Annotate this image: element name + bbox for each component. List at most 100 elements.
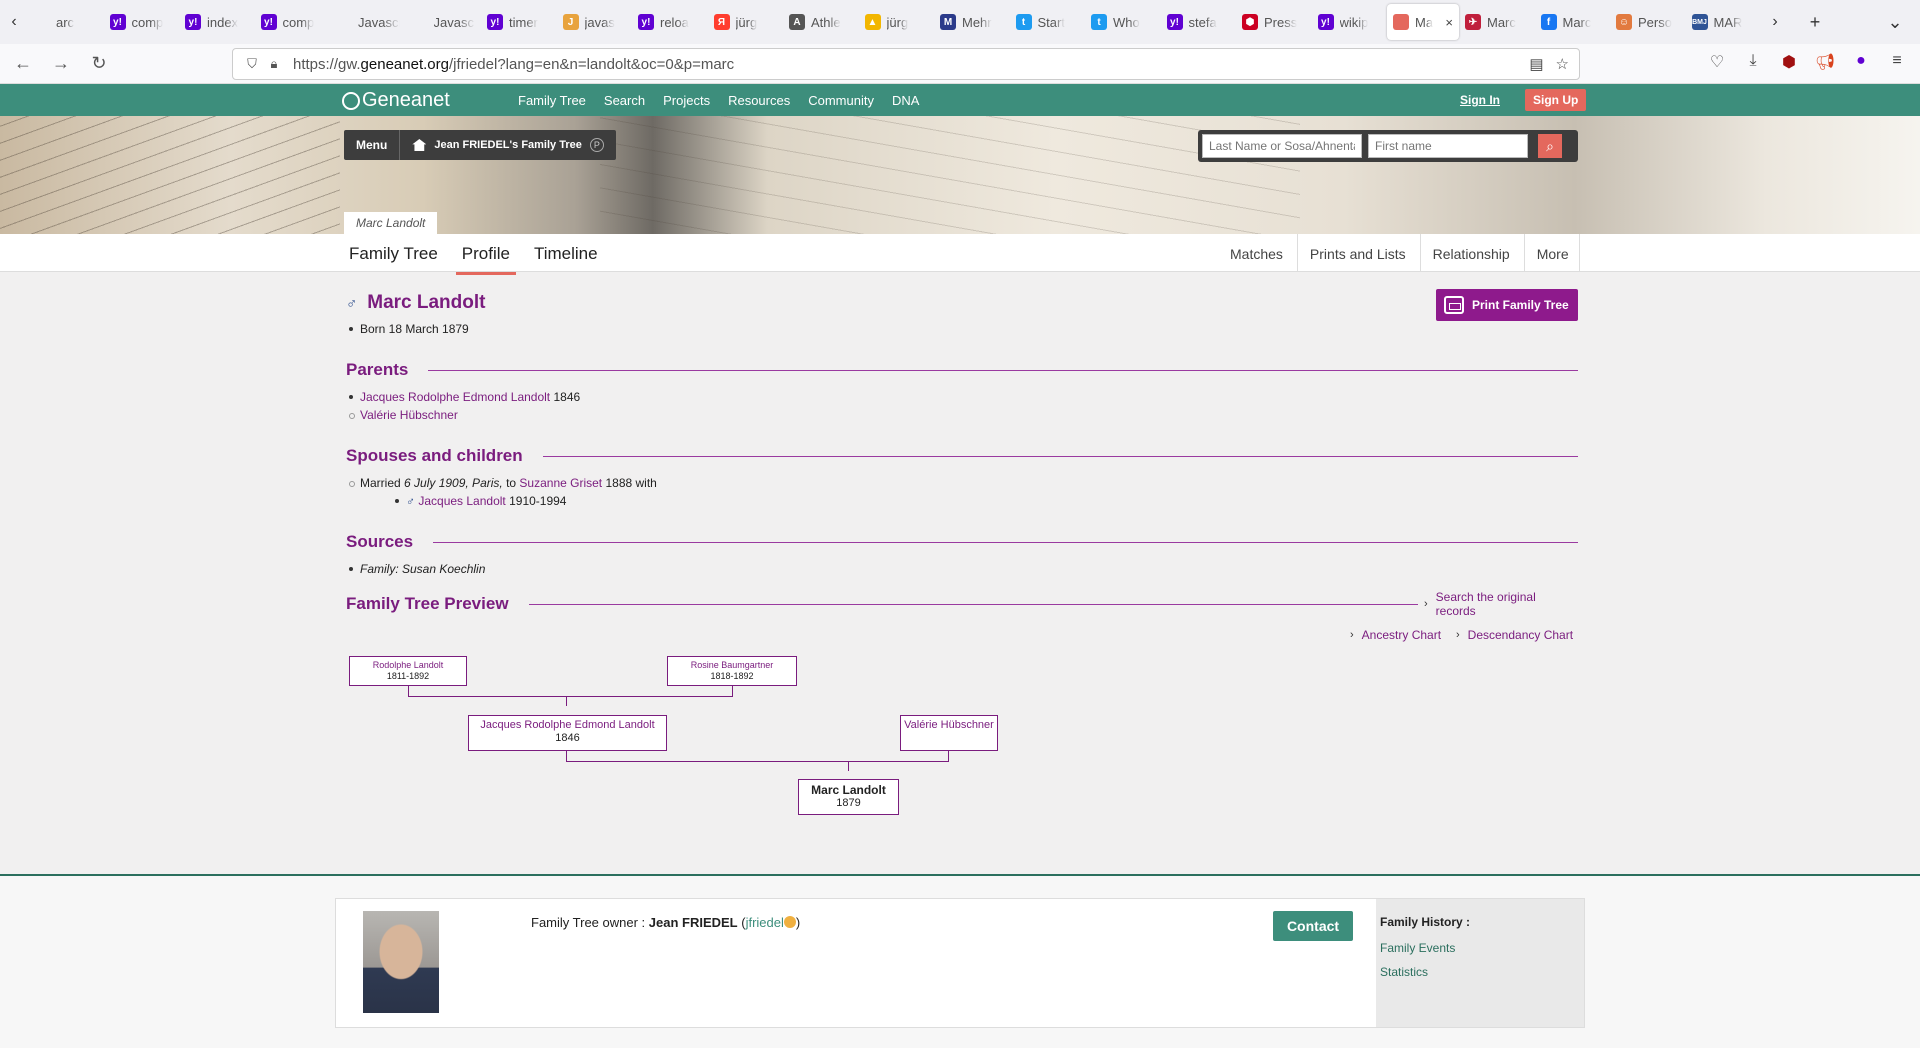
family-history-link[interactable]: Statistics bbox=[1380, 965, 1584, 979]
browser-tab[interactable]: y! wikip bbox=[1312, 4, 1388, 40]
tree-breadcrumb: Menu Jean FRIEDEL's Family Tree P bbox=[344, 130, 616, 160]
subnav-right-tab[interactable]: More bbox=[1525, 234, 1580, 272]
browser-tab-active[interactable]: Ma × bbox=[1387, 4, 1459, 40]
tab-title: jürg bbox=[735, 14, 758, 30]
browser-tab[interactable]: y! stefa bbox=[1161, 4, 1237, 40]
child-link[interactable]: Jacques Landolt bbox=[418, 494, 505, 508]
contact-button[interactable]: Contact bbox=[1273, 911, 1353, 941]
tab-title: reloa bbox=[660, 14, 689, 30]
subnav-tab[interactable]: Timeline bbox=[534, 234, 598, 275]
ublock-icon[interactable]: ⬢ bbox=[1778, 52, 1800, 72]
browser-tab[interactable]: arc bbox=[28, 4, 104, 40]
browser-tab[interactable]: y! reloa bbox=[632, 4, 708, 40]
reader-view-icon[interactable]: ▤ bbox=[1529, 55, 1543, 73]
bookmark-star-icon[interactable]: ☆ bbox=[1556, 55, 1569, 73]
downloads-icon[interactable]: ⤓ bbox=[1742, 52, 1764, 72]
browser-tab[interactable]: BMJ MAR bbox=[1686, 4, 1762, 40]
new-tab-icon[interactable]: + bbox=[1800, 12, 1830, 33]
first-name-input[interactable] bbox=[1368, 134, 1528, 158]
lock-icon[interactable]: 🔒︎ bbox=[263, 56, 285, 72]
tab-title: timer bbox=[509, 14, 538, 30]
close-tab-icon[interactable]: × bbox=[1445, 15, 1453, 30]
browser-tab[interactable]: t Who bbox=[1085, 4, 1161, 40]
last-name-input[interactable] bbox=[1202, 134, 1362, 158]
reload-icon[interactable]: ↻ bbox=[84, 53, 114, 74]
spouse-link[interactable]: Suzanne Griset bbox=[519, 476, 602, 490]
site-menu-item[interactable]: Search bbox=[604, 93, 645, 108]
url-text[interactable]: https://gw.geneanet.org/jfriedel?lang=en… bbox=[293, 56, 734, 73]
shield-icon[interactable]: ⛉ bbox=[241, 56, 263, 72]
tree-box-self[interactable]: Marc Landolt 1879 bbox=[798, 779, 899, 815]
site-menu-item[interactable]: DNA bbox=[892, 93, 919, 108]
search-original-records-link[interactable]: › Search the original records bbox=[1418, 590, 1578, 618]
sources-heading: Sources bbox=[346, 532, 1578, 552]
descendancy-chart-link[interactable]: › Descendancy Chart bbox=[1456, 628, 1573, 642]
browser-tab-strip: ‹ arc y! comp y! index y! comp Javascri Javascri… bbox=[0, 0, 1920, 44]
tree-box-grandmother[interactable]: Rosine Baumgartner 1818-1892 bbox=[667, 656, 797, 686]
menu-hamburger-icon[interactable]: ≡ bbox=[1886, 52, 1908, 72]
tab-title: MAR bbox=[1713, 14, 1743, 30]
tree-connector bbox=[408, 696, 733, 697]
list-all-tabs-icon[interactable]: ⌄ bbox=[1880, 12, 1910, 33]
browser-tab[interactable]: y! comp bbox=[255, 4, 331, 40]
search-button-icon[interactable]: ⌕ bbox=[1538, 134, 1562, 158]
url-bar[interactable]: ⛉ 🔒︎ https://gw.geneanet.org/jfriedel?la… bbox=[232, 48, 1580, 80]
spouses-heading: Spouses and children bbox=[346, 446, 1578, 466]
geneanet-logo[interactable]: Geneanet bbox=[342, 89, 450, 112]
site-menu-item[interactable]: Family Tree bbox=[518, 93, 586, 108]
tab-scroll-left-icon[interactable]: ‹ bbox=[0, 0, 28, 44]
spouses-list: Married 6 July 1909, Paris, to Suzanne G… bbox=[346, 474, 657, 492]
browser-tab[interactable]: y! comp bbox=[104, 4, 180, 40]
site-menu-item[interactable]: Community bbox=[808, 93, 874, 108]
yahoo-extension-icon[interactable]: ● bbox=[1850, 52, 1872, 72]
tab-scroll-right-icon[interactable]: › bbox=[1761, 0, 1789, 44]
tab-favicon-icon: ☺ bbox=[1616, 14, 1632, 30]
father-link[interactable]: Jacques Rodolphe Edmond Landolt bbox=[360, 390, 550, 404]
browser-tab[interactable]: A Athle bbox=[783, 4, 859, 40]
browser-tab[interactable]: f Marc bbox=[1535, 4, 1611, 40]
browser-tab[interactable]: t Start bbox=[1010, 4, 1086, 40]
browser-tab[interactable]: y! timer bbox=[481, 4, 557, 40]
subnav-tab[interactable]: Profile bbox=[455, 234, 516, 275]
tab-title: wikip bbox=[1339, 14, 1369, 30]
home-icon bbox=[412, 139, 427, 151]
grandmother-name: Rosine Baumgartner bbox=[690, 660, 774, 670]
tree-box-father[interactable]: Jacques Rodolphe Edmond Landolt 1846 bbox=[468, 715, 667, 751]
sign-up-button[interactable]: Sign Up bbox=[1525, 89, 1587, 111]
browser-tab[interactable]: Javascri bbox=[406, 4, 482, 40]
subnav-tab[interactable]: Family Tree bbox=[349, 234, 438, 275]
tab-title: arc bbox=[56, 14, 75, 30]
tab-title: Javascri bbox=[433, 14, 476, 30]
browser-tab[interactable]: y! index bbox=[179, 4, 255, 40]
breadcrumb-tree-link[interactable]: Jean FRIEDEL's Family Tree P bbox=[400, 130, 616, 160]
browser-tab[interactable]: ✈ Marc bbox=[1459, 4, 1535, 40]
browser-tab[interactable]: Jjavas bbox=[557, 4, 633, 40]
owner-id-link[interactable]: jfriedel bbox=[746, 915, 784, 930]
married-to: to bbox=[502, 476, 520, 490]
extension-megaphone-icon[interactable]: 📢︎ bbox=[1814, 52, 1836, 72]
browser-tab[interactable]: Javascri bbox=[330, 4, 406, 40]
sign-in-link[interactable]: Sign In bbox=[1460, 93, 1500, 107]
browser-tab[interactable]: ⬢ Press bbox=[1236, 4, 1312, 40]
pocket-icon[interactable]: ♡ bbox=[1706, 52, 1728, 72]
browser-tab[interactable]: ☺ Perso bbox=[1610, 4, 1686, 40]
family-history-link[interactable]: Family Events bbox=[1380, 941, 1584, 955]
browser-tab[interactable]: ▲ jürg bbox=[859, 4, 935, 40]
subnav-right-tab[interactable]: Prints and Lists bbox=[1298, 234, 1421, 272]
tree-self-name: Marc Landolt bbox=[811, 783, 886, 797]
tab-favicon-icon bbox=[336, 14, 352, 30]
ancestry-chart-link[interactable]: › Ancestry Chart bbox=[1350, 628, 1441, 642]
back-icon[interactable]: ← bbox=[8, 53, 38, 74]
tree-box-mother[interactable]: Valérie Hübschner bbox=[900, 715, 998, 751]
forward-icon[interactable]: → bbox=[46, 53, 76, 74]
site-menu-item[interactable]: Resources bbox=[728, 93, 790, 108]
browser-tab[interactable]: Яjürg bbox=[708, 4, 784, 40]
subnav-right-tab[interactable]: Relationship bbox=[1421, 234, 1525, 272]
tree-box-grandfather[interactable]: Rodolphe Landolt 1811-1892 bbox=[349, 656, 467, 686]
breadcrumb-menu-button[interactable]: Menu bbox=[344, 130, 401, 160]
site-menu-item[interactable]: Projects bbox=[663, 93, 710, 108]
print-family-tree-button[interactable]: Print Family Tree bbox=[1436, 289, 1578, 321]
mother-link[interactable]: Valérie Hübschner bbox=[360, 408, 458, 422]
subnav-right-tab[interactable]: Matches bbox=[1218, 234, 1298, 272]
browser-tab[interactable]: M Mehr bbox=[934, 4, 1010, 40]
